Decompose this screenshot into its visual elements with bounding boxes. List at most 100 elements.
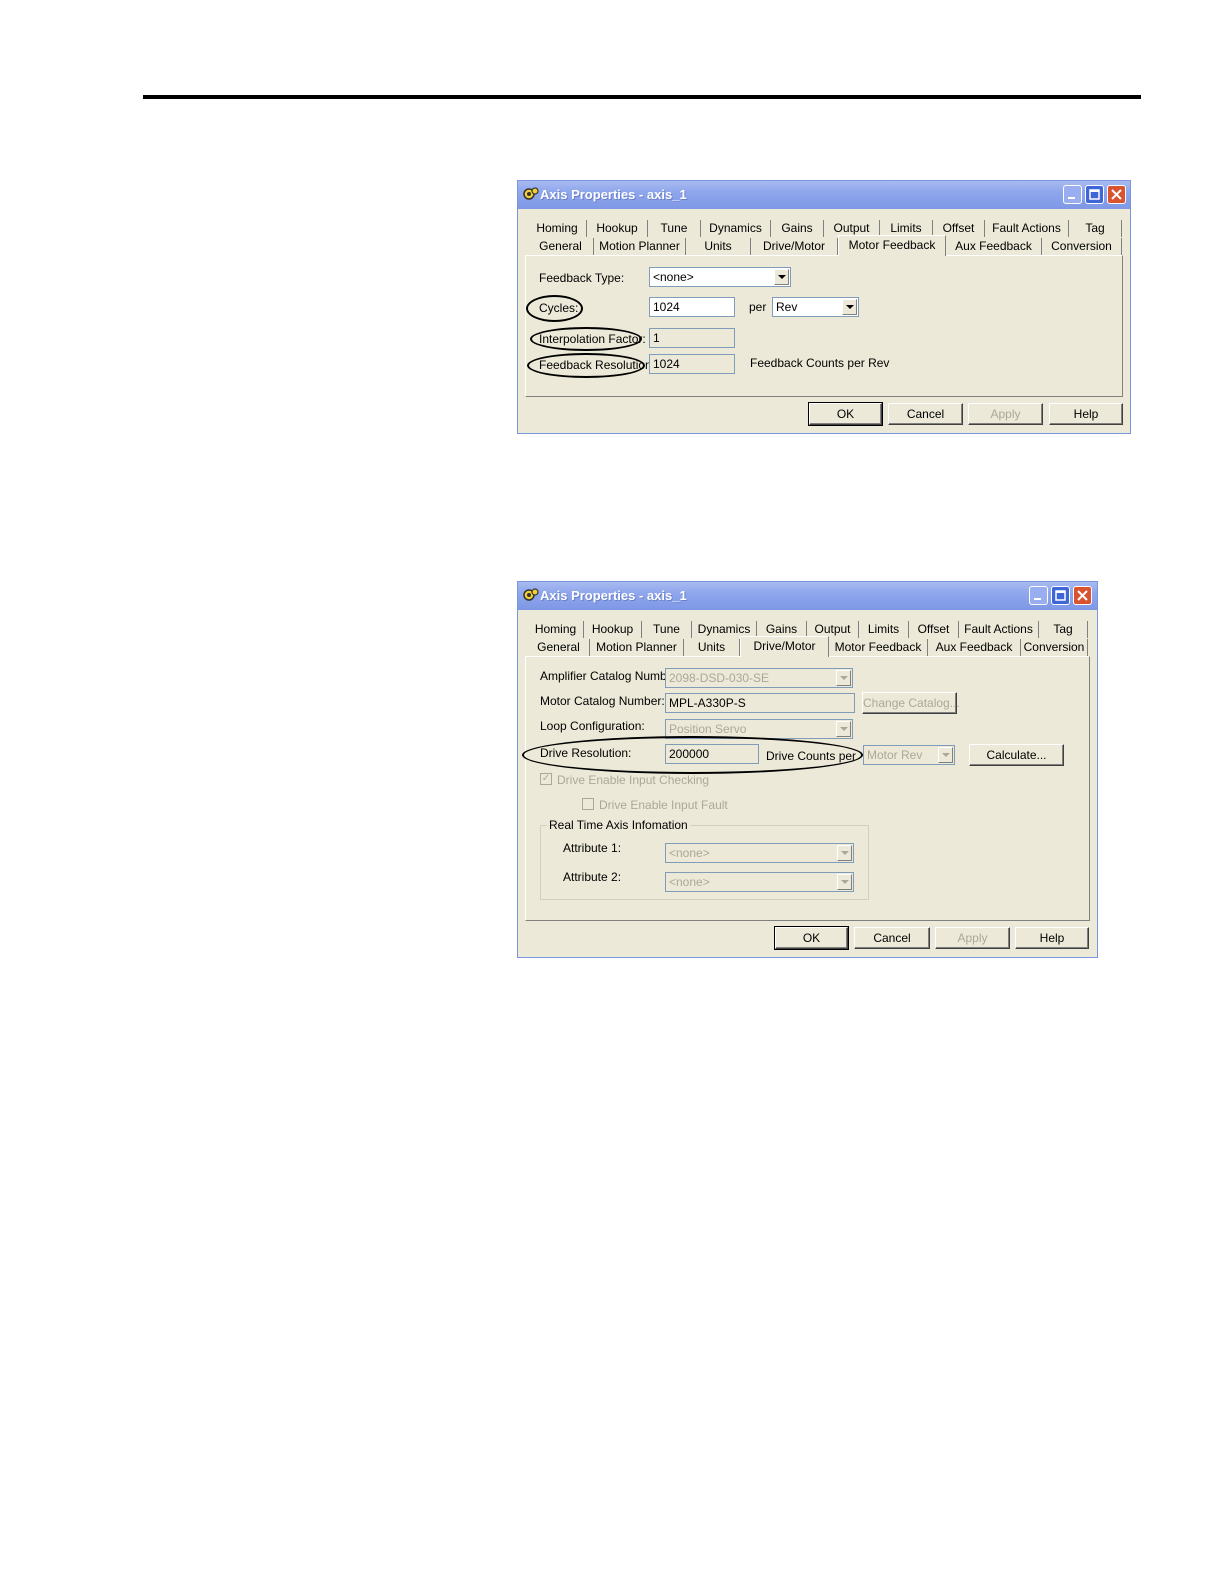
tab-general[interactable]: General bbox=[528, 639, 590, 656]
help-button[interactable]: Help bbox=[1015, 927, 1089, 949]
minimize-icon bbox=[1068, 197, 1075, 199]
feedback-type-value: <none> bbox=[653, 270, 694, 284]
tab-limits[interactable]: Limits bbox=[859, 621, 909, 638]
title-bar[interactable]: Axis Properties - axis_1 bbox=[518, 181, 1130, 209]
chevron-down-icon[interactable] bbox=[837, 845, 852, 861]
tab-tune[interactable]: Tune bbox=[648, 220, 701, 237]
chevron-down-icon[interactable] bbox=[842, 299, 857, 315]
loop-configuration-value: Position Servo bbox=[669, 722, 747, 736]
minimize-button[interactable] bbox=[1063, 185, 1082, 204]
tab-fault-actions[interactable]: Fault Actions bbox=[985, 220, 1069, 237]
tab-drive-motor[interactable]: Drive/Motor bbox=[740, 636, 829, 657]
tab-conversion[interactable]: Conversion bbox=[1021, 639, 1088, 656]
feedback-type-select[interactable]: <none> bbox=[649, 267, 791, 287]
maximize-icon bbox=[1089, 189, 1100, 200]
interpolation-highlight-ellipse bbox=[530, 327, 642, 351]
minimize-button[interactable] bbox=[1029, 586, 1048, 605]
attribute-2-label: Attribute 2: bbox=[563, 870, 622, 884]
ok-button[interactable]: OK bbox=[808, 402, 883, 426]
tab-hookup[interactable]: Hookup bbox=[584, 621, 642, 638]
cycles-value: 1024 bbox=[653, 300, 680, 314]
cycles-input[interactable]: 1024 bbox=[649, 297, 735, 317]
motor-rev-select[interactable]: Motor Rev bbox=[863, 745, 955, 765]
axis-properties-dialog-motor-feedback: Axis Properties - axis_1 Homing Hookup T… bbox=[517, 180, 1131, 434]
tab-general[interactable]: General bbox=[528, 238, 594, 255]
tab-aux-feedback[interactable]: Aux Feedback bbox=[928, 639, 1021, 656]
amplifier-catalog-select[interactable]: 2098-DSD-030-SE bbox=[665, 668, 853, 688]
tab-units[interactable]: Units bbox=[686, 238, 751, 255]
close-button[interactable] bbox=[1107, 185, 1126, 204]
tab-row-1: Homing Hookup Tune Dynamics Gains Output… bbox=[528, 220, 1122, 237]
tab-offset[interactable]: Offset bbox=[909, 621, 959, 638]
tab-homing[interactable]: Homing bbox=[528, 621, 584, 638]
chevron-down-icon[interactable] bbox=[836, 721, 851, 737]
maximize-button[interactable] bbox=[1051, 586, 1070, 605]
tab-homing[interactable]: Homing bbox=[528, 220, 587, 237]
tab-motion-planner[interactable]: Motion Planner bbox=[594, 238, 686, 255]
attribute-1-select[interactable]: <none> bbox=[665, 843, 854, 863]
attribute-2-value: <none> bbox=[669, 875, 710, 889]
window-title: Axis Properties - axis_1 bbox=[540, 588, 687, 603]
feedback-resolution-highlight-ellipse bbox=[527, 353, 645, 378]
apply-button[interactable]: Apply bbox=[935, 927, 1010, 949]
feedback-resolution-field: 1024 bbox=[649, 354, 735, 374]
maximize-button[interactable] bbox=[1085, 185, 1104, 204]
tab-drive-motor[interactable]: Drive/Motor bbox=[751, 238, 838, 255]
cancel-button[interactable]: Cancel bbox=[854, 927, 930, 949]
tab-motor-feedback[interactable]: Motor Feedback bbox=[829, 639, 928, 656]
tab-motion-planner[interactable]: Motion Planner bbox=[590, 639, 684, 656]
minimize-icon bbox=[1034, 598, 1041, 600]
tab-row-2: General Motion Planner Units Drive/Motor… bbox=[528, 636, 1088, 657]
motor-catalog-field: MPL-A330P-S bbox=[665, 693, 855, 713]
motor-catalog-value: MPL-A330P-S bbox=[669, 696, 746, 710]
change-catalog-button[interactable]: Change Catalog... bbox=[862, 692, 960, 714]
drive-enable-checking-checkbox[interactable]: ✓ bbox=[540, 773, 552, 785]
tab-hookup[interactable]: Hookup bbox=[587, 220, 648, 237]
window-title: Axis Properties - axis_1 bbox=[540, 187, 687, 202]
help-button[interactable]: Help bbox=[1049, 403, 1123, 425]
page-header-rule bbox=[143, 95, 1141, 99]
tab-fault-actions[interactable]: Fault Actions bbox=[959, 621, 1039, 638]
tab-tune[interactable]: Tune bbox=[642, 621, 692, 638]
cancel-button[interactable]: Cancel bbox=[888, 403, 963, 425]
cycles-highlight-ellipse bbox=[526, 295, 583, 322]
per-label: per bbox=[749, 300, 767, 314]
tab-tag[interactable]: Tag bbox=[1039, 621, 1088, 638]
motor-rev-value: Motor Rev bbox=[867, 748, 923, 762]
title-bar[interactable]: Axis Properties - axis_1 bbox=[518, 582, 1097, 610]
close-button[interactable] bbox=[1073, 586, 1092, 605]
tab-units[interactable]: Units bbox=[684, 639, 740, 656]
interpolation-factor-value: 1 bbox=[653, 331, 660, 345]
tab-gains[interactable]: Gains bbox=[771, 220, 824, 237]
tab-motor-feedback[interactable]: Motor Feedback bbox=[838, 235, 946, 256]
maximize-icon bbox=[1055, 590, 1066, 601]
calculate-button[interactable]: Calculate... bbox=[969, 744, 1064, 766]
drive-resolution-highlight-ellipse bbox=[522, 736, 863, 774]
cycles-unit-value: Rev bbox=[776, 300, 798, 314]
feedback-resolution-value: 1024 bbox=[653, 357, 680, 371]
realtime-axis-group-title: Real Time Axis Infomation bbox=[547, 818, 690, 832]
tab-tag[interactable]: Tag bbox=[1069, 220, 1122, 237]
feedback-type-label: Feedback Type: bbox=[539, 271, 625, 285]
motor-catalog-label: Motor Catalog Number: bbox=[540, 694, 665, 708]
feedback-units-text: Feedback Counts per Rev bbox=[750, 356, 890, 370]
amplifier-catalog-value: 2098-DSD-030-SE bbox=[669, 671, 770, 685]
drive-enable-fault-checkbox[interactable] bbox=[582, 798, 594, 810]
tab-conversion[interactable]: Conversion bbox=[1042, 238, 1122, 255]
chevron-down-icon[interactable] bbox=[837, 874, 852, 890]
amplifier-catalog-label: Amplifier Catalog Number: bbox=[540, 669, 681, 683]
close-icon bbox=[1111, 189, 1122, 200]
apply-button[interactable]: Apply bbox=[968, 403, 1043, 425]
attribute-1-value: <none> bbox=[669, 846, 710, 860]
attribute-2-select[interactable]: <none> bbox=[665, 872, 854, 892]
axis-properties-dialog-drive-motor: Axis Properties - axis_1 Homing Hookup T… bbox=[517, 581, 1098, 958]
chevron-down-icon[interactable] bbox=[836, 670, 851, 686]
tab-dynamics[interactable]: Dynamics bbox=[701, 220, 771, 237]
ok-button[interactable]: OK bbox=[774, 926, 849, 950]
chevron-down-icon[interactable] bbox=[938, 747, 953, 763]
tab-row-2: General Motion Planner Units Drive/Motor… bbox=[528, 235, 1122, 256]
attribute-1-label: Attribute 1: bbox=[563, 841, 622, 855]
tab-aux-feedback[interactable]: Aux Feedback bbox=[946, 238, 1042, 255]
chevron-down-icon[interactable] bbox=[774, 269, 789, 285]
cycles-unit-select[interactable]: Rev bbox=[772, 297, 859, 317]
